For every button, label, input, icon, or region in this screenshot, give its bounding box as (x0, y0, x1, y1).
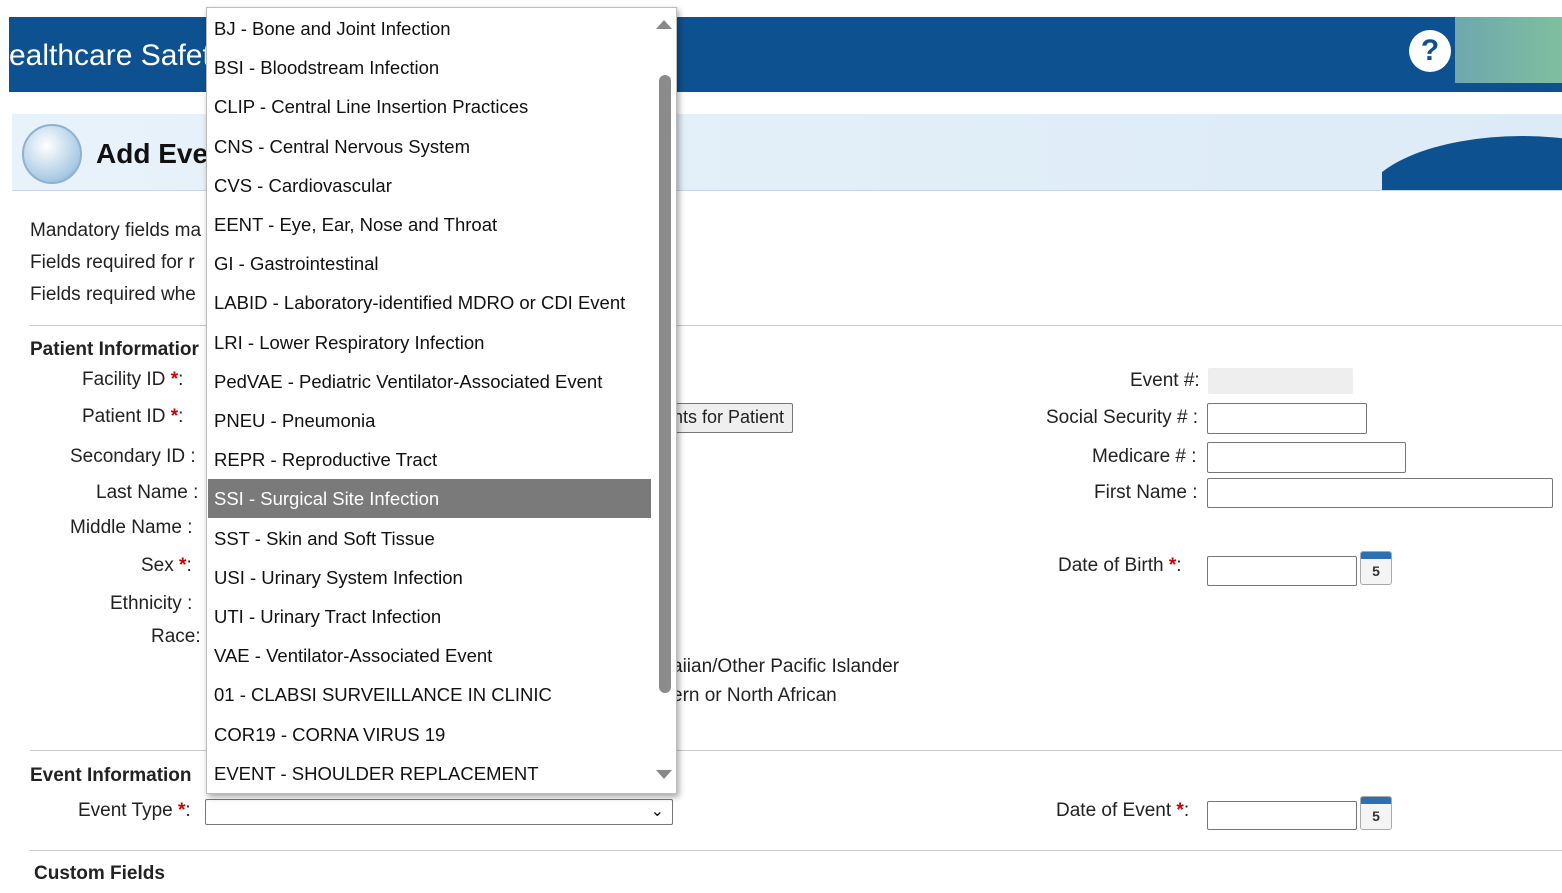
header-accent (1455, 17, 1562, 83)
dropdown-option[interactable]: GI - Gastrointestinal (208, 244, 651, 283)
medicare-input[interactable] (1207, 442, 1406, 473)
dropdown-option[interactable]: VAE - Ventilator-Associated Event (208, 636, 651, 675)
divider (30, 850, 1562, 851)
dropdown-option[interactable]: EENT - Eye, Ear, Nose and Throat (208, 205, 651, 244)
dropdown-scrollbar[interactable] (654, 8, 676, 793)
event-number-label: Event #: (1130, 370, 1200, 391)
secondary-id-label: Secondary ID : (70, 446, 196, 467)
dropdown-option[interactable]: CVS - Cardiovascular (208, 166, 651, 205)
event-section-heading: Event Information (30, 765, 192, 786)
event-type-dropdown-list[interactable]: BJ - Bone and Joint Infection BSI - Blood… (206, 7, 677, 794)
middle-name-label: Middle Name : (70, 517, 193, 538)
dropdown-option[interactable]: LRI - Lower Respiratory Infection (208, 323, 651, 362)
event-number-field (1208, 368, 1353, 394)
date-of-event-label: Date of Event *: (1056, 800, 1190, 821)
race-option-pacific-islander[interactable]: aiian/Other Pacific Islander (672, 656, 899, 678)
scroll-down-arrow-icon[interactable] (656, 770, 672, 779)
first-name-label: First Name : (1094, 482, 1198, 503)
race-option-north-african[interactable]: ern or North African (672, 685, 837, 707)
race-label: Race: (151, 626, 201, 647)
last-name-label: Last Name : (96, 482, 199, 503)
scroll-up-arrow-icon[interactable] (656, 20, 672, 29)
event-type-select[interactable]: ⌄ (205, 799, 673, 825)
custom-fields-heading: Custom Fields (34, 863, 165, 884)
surgeon-logo-icon (22, 124, 82, 184)
dropdown-option[interactable]: PedVAE - Pediatric Ventilator-Associated… (208, 362, 651, 401)
dropdown-option[interactable]: UTI - Urinary Tract Infection (208, 597, 651, 636)
event-type-label: Event Type *: (78, 800, 191, 821)
dropdown-option[interactable]: PNEU - Pneumonia (208, 401, 651, 440)
app-title: ealthcare Safety (9, 39, 226, 72)
dob-input[interactable] (1207, 556, 1357, 586)
dob-calendar-icon[interactable]: 5 (1360, 551, 1392, 585)
patient-section-heading: Patient Informatior (30, 339, 199, 360)
conditional-note: Fields required whe (30, 284, 196, 305)
dropdown-option[interactable]: EVENT - SHOULDER REPLACEMENT (208, 754, 651, 793)
dropdown-option[interactable]: BJ - Bone and Joint Infection (208, 9, 651, 48)
dropdown-option[interactable]: SSI - Surgical Site Infection (208, 479, 651, 519)
ssn-label: Social Security # : (1046, 407, 1199, 428)
ssn-input[interactable] (1207, 403, 1367, 434)
ethnicity-label: Ethnicity : (110, 593, 193, 614)
dropdown-option[interactable]: USI - Urinary System Infection (208, 558, 651, 597)
dropdown-option[interactable]: COR19 - CORNA VIRUS 19 (208, 715, 651, 754)
dropdown-option[interactable]: CNS - Central Nervous System (208, 127, 651, 166)
banner-swoosh (1382, 114, 1562, 190)
facility-id-label: Facility ID *: (82, 369, 184, 390)
patient-id-label: Patient ID *: (82, 406, 184, 427)
page-title: Add Eve (96, 138, 209, 169)
find-events-for-patient-button[interactable]: nts for Patient (663, 403, 794, 433)
dropdown-option[interactable]: REPR - Reproductive Tract (208, 440, 651, 479)
scrollbar-thumb[interactable] (659, 75, 671, 693)
date-of-event-input[interactable] (1207, 801, 1357, 830)
dropdown-option[interactable]: BSI - Bloodstream Infection (208, 48, 651, 87)
dropdown-option[interactable]: LABID - Laboratory-identified MDRO or CD… (208, 283, 651, 322)
event-date-calendar-icon[interactable]: 5 (1360, 796, 1392, 830)
dob-label: Date of Birth *: (1058, 555, 1182, 576)
dropdown-option[interactable]: 01 - CLABSI SURVEILLANCE IN CLINIC (208, 675, 651, 714)
mandatory-note: Mandatory fields ma (30, 220, 202, 241)
required-note: Fields required for r (30, 252, 195, 273)
help-icon[interactable]: ? (1409, 30, 1451, 72)
medicare-label: Medicare # : (1092, 446, 1197, 467)
dropdown-option[interactable]: CLIP - Central Line Insertion Practices (208, 87, 651, 126)
chevron-down-icon: ⌄ (650, 803, 664, 820)
dropdown-option[interactable]: SST - Skin and Soft Tissue (208, 519, 651, 558)
first-name-input[interactable] (1207, 478, 1553, 508)
sex-label: Sex *: (141, 555, 192, 576)
